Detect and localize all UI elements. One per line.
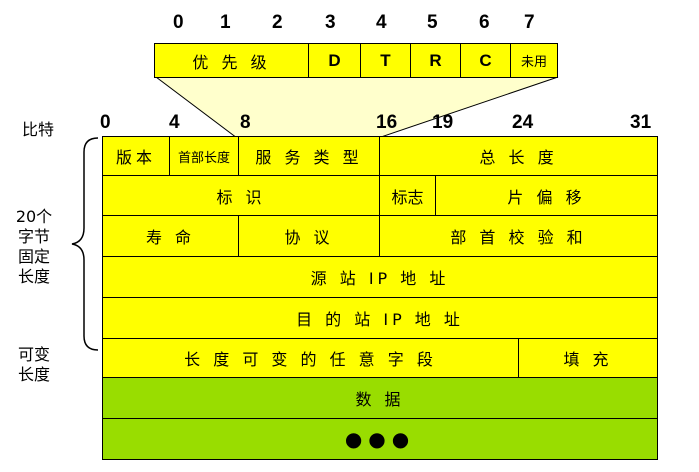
flags-field: 标志 — [379, 175, 436, 216]
service-type-field: 服 务 类 型 — [238, 136, 380, 176]
fragment-offset-field: 片 偏 移 — [435, 175, 658, 216]
data-continuation: ●●● — [102, 418, 658, 460]
ttl-field: 寿 命 — [102, 215, 239, 257]
source-ip-field: 源 站 IP 地 址 — [102, 256, 658, 298]
version-field: 版本 — [102, 136, 170, 176]
padding-field: 填 充 — [518, 338, 658, 378]
identification-field: 标 识 — [102, 175, 380, 216]
dest-ip-field: 目 的 站 IP 地 址 — [102, 297, 658, 339]
data-field: 数 据 — [102, 377, 658, 419]
checksum-field: 部 首 校 验 和 — [379, 215, 658, 257]
total-length-field: 总 长 度 — [379, 136, 658, 176]
protocol-field: 协 议 — [238, 215, 380, 257]
header-length-field: 首部长度 — [169, 136, 239, 176]
options-field: 长 度 可 变 的 任 意 字 段 — [102, 338, 519, 378]
